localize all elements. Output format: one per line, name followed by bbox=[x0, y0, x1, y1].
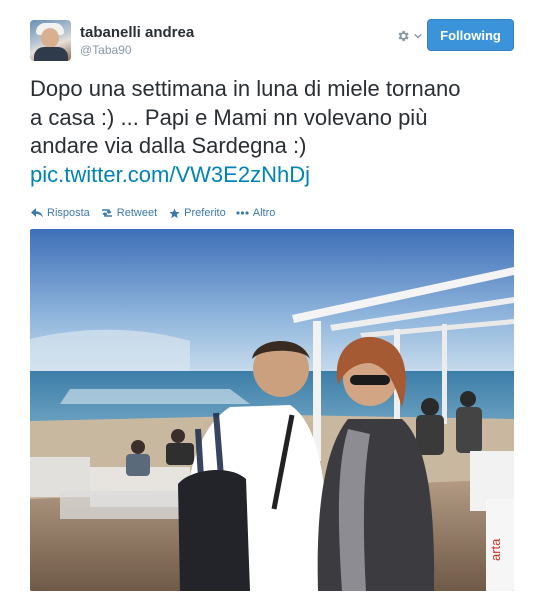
tweet: tabanelli andrea @Taba90 Following Dopo … bbox=[0, 0, 548, 600]
reply-label: Risposta bbox=[47, 207, 90, 219]
following-button[interactable]: Following bbox=[427, 19, 514, 51]
tweet-text: Dopo una settimana in luna di miele torn… bbox=[30, 75, 520, 189]
chevron-down-icon bbox=[414, 34, 422, 39]
star-icon bbox=[167, 207, 181, 219]
tweet-photo[interactable]: arta bbox=[30, 229, 514, 591]
tweet-text-line: Dopo una settimana in luna di miele torn… bbox=[30, 76, 461, 101]
retweet-label: Retweet bbox=[116, 207, 158, 219]
beach-photo-illustration: arta bbox=[30, 229, 514, 591]
favorite-action[interactable]: Preferito bbox=[167, 207, 226, 219]
favorite-label: Preferito bbox=[184, 207, 226, 219]
settings-menu-button[interactable] bbox=[396, 27, 424, 43]
user-name[interactable]: tabanelli andrea bbox=[80, 24, 194, 41]
tweet-text-line: andare via dalla Sardegna :) bbox=[30, 133, 307, 158]
tweet-pic-link[interactable]: pic.twitter.com/VW3E2zNhDj bbox=[30, 161, 520, 190]
avatar[interactable] bbox=[30, 20, 71, 61]
sign-text: arta bbox=[488, 538, 503, 561]
retweet-icon bbox=[100, 207, 114, 219]
clouds bbox=[30, 329, 190, 374]
more-action[interactable]: Altro bbox=[236, 207, 276, 219]
avatar-shirt bbox=[34, 47, 68, 61]
reply-action[interactable]: Risposta bbox=[30, 207, 90, 219]
sun-glare bbox=[60, 389, 250, 404]
tweet-actions: Risposta Retweet Preferito Altro bbox=[30, 205, 285, 221]
gear-icon bbox=[398, 31, 409, 42]
tweet-text-line: a casa :) ... Papi e Mami nn volevano pi… bbox=[30, 104, 428, 130]
more-label: Altro bbox=[252, 207, 276, 219]
avatar-face bbox=[41, 28, 59, 48]
more-icon bbox=[236, 207, 250, 219]
reply-icon bbox=[30, 207, 44, 219]
retweet-action[interactable]: Retweet bbox=[100, 207, 157, 219]
user-handle[interactable]: @Taba90 bbox=[80, 43, 132, 57]
